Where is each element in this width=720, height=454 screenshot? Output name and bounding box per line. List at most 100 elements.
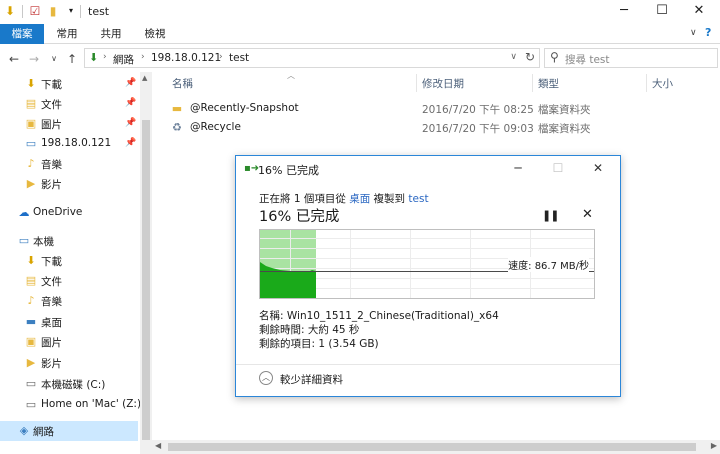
nav-item-documents[interactable]: ▤ 文件 📌 (0, 94, 138, 114)
nav-item-pc-desktop[interactable]: ▬ 桌面 (0, 312, 138, 332)
divider (80, 5, 81, 18)
content-horizontal-scrollbar[interactable]: ◀ ▶ (152, 440, 720, 454)
column-header-name[interactable]: 名稱 (172, 76, 193, 91)
nav-item-label: 圖片 (41, 337, 62, 349)
divider (22, 5, 23, 18)
address-dropdown-icon[interactable]: ∨ (510, 52, 517, 62)
nav-pane-scrollbar[interactable]: ▲ (140, 72, 152, 454)
scrollbar-thumb[interactable] (142, 120, 150, 440)
nav-item-network-drive[interactable]: ▭ Home on 'Mac' (Z:) (0, 395, 141, 415)
nav-item-label: 音樂 (41, 159, 62, 171)
pin-icon[interactable]: 📌 (125, 78, 136, 88)
nav-item-label: 本機 (33, 236, 54, 248)
nav-item-local-disk[interactable]: ▭ 本機磁碟 (C:) (0, 374, 138, 394)
scroll-right-icon[interactable]: ▶ (711, 441, 717, 450)
column-header-type[interactable]: 類型 (538, 76, 559, 91)
search-placeholder: 搜尋 test (565, 54, 610, 66)
tab-share[interactable]: 共用 (94, 24, 128, 44)
breadcrumb-separator-icon[interactable]: › (141, 52, 145, 62)
source-link[interactable]: 桌面 (349, 193, 370, 205)
ribbon-tabs: 檔案 常用 共用 檢視 ∨ ? (0, 24, 720, 44)
explorer-app-icon[interactable]: ⬇ (3, 4, 17, 18)
music-folder-icon: ♪ (27, 157, 35, 170)
nav-item-pc-documents[interactable]: ▤ 文件 (0, 271, 138, 291)
computer-icon: ▭ (18, 234, 30, 247)
pause-icon[interactable]: ❚❚ (542, 209, 559, 222)
pin-icon[interactable]: 📌 (125, 98, 136, 108)
refresh-icon[interactable]: ↻ (525, 50, 535, 64)
breadcrumb-network[interactable]: 網路 (113, 52, 134, 67)
close-icon[interactable]: ✕ (681, 0, 717, 24)
column-header-size[interactable]: 大小 (652, 76, 673, 91)
nav-item-videos[interactable]: ▶ 影片 (0, 174, 138, 194)
breadcrumb-current[interactable]: test (229, 52, 249, 64)
search-box[interactable]: ⚲ 搜尋 test (544, 48, 718, 68)
minimize-icon[interactable]: ─ (606, 0, 642, 24)
tab-file[interactable]: 檔案 (0, 24, 44, 44)
properties-icon[interactable]: ☑ (28, 4, 42, 18)
expand-ribbon-icon[interactable]: ∨ (690, 28, 697, 38)
nav-item-network[interactable]: ◈ 網路 (0, 421, 138, 441)
file-name-info: 名稱: Win10_1511_2_Chinese(Traditional)_x6… (259, 310, 499, 322)
nav-item-pictures[interactable]: ▣ 圖片 📌 (0, 114, 138, 134)
stop-icon[interactable]: ✕ (582, 207, 593, 222)
file-row[interactable]: ♻ @Recycle 2016/7/20 下午 09:03 檔案資料夾 (168, 119, 698, 137)
breadcrumb-host[interactable]: 198.18.0.121 (151, 52, 221, 64)
nav-item-host[interactable]: ▭ 198.18.0.121 📌 (0, 134, 138, 154)
navigation-pane: ⬇ 下載 📌 ▤ 文件 📌 ▣ 圖片 📌 ▭ 198.18.0.121 📌 ♪ … (0, 72, 152, 454)
close-icon[interactable]: ✕ (581, 158, 615, 178)
recycle-folder-icon: ♻ (172, 121, 182, 134)
scrollbar-thumb[interactable] (168, 443, 696, 451)
nav-item-pc-pictures[interactable]: ▣ 圖片 (0, 332, 138, 352)
nav-item-downloads[interactable]: ⬇ 下載 📌 (0, 74, 138, 94)
file-row[interactable]: ▬ @Recently-Snapshot 2016/7/20 下午 08:25 … (168, 100, 698, 118)
percent-complete: 16% 已完成 (259, 209, 340, 225)
column-header-date[interactable]: 修改日期 (422, 76, 464, 91)
documents-folder-icon: ▤ (25, 274, 37, 287)
scroll-up-icon[interactable]: ▲ (142, 74, 147, 82)
new-folder-icon[interactable]: ▮ (46, 4, 60, 18)
breadcrumb-separator-icon[interactable]: › (103, 52, 107, 62)
nav-item-onedrive[interactable]: ☁ OneDrive (0, 203, 138, 223)
scroll-left-icon[interactable]: ◀ (155, 441, 161, 450)
column-divider[interactable] (416, 74, 417, 92)
maximize-icon[interactable]: ☐ (644, 0, 680, 24)
column-divider[interactable] (646, 74, 647, 92)
quick-access-dropdown-icon[interactable]: ▾ (64, 4, 78, 18)
nav-item-label: 文件 (41, 276, 62, 288)
tab-home[interactable]: 常用 (50, 24, 84, 44)
network-location-icon: ⬇ (89, 51, 99, 64)
back-arrow-icon[interactable]: ← (6, 50, 22, 68)
nav-item-music[interactable]: ♪ 音樂 (0, 154, 138, 174)
network-computer-icon: ▭ (25, 137, 37, 150)
file-date: 2016/7/20 下午 09:03 (422, 123, 534, 135)
copy-progress-dialog: ▪➜ 16% 已完成 ─ ☐ ✕ 正在將 1 個項目從 桌面 複製到 test … (235, 155, 621, 397)
nav-item-label: 影片 (41, 179, 62, 191)
nav-item-this-pc[interactable]: ▭ 本機 (0, 231, 138, 251)
nav-item-pc-music[interactable]: ♪ 音樂 (0, 291, 138, 311)
address-bar[interactable]: ⬇ › 網路 › 198.18.0.121 › test ∨ ↻ (84, 48, 540, 68)
copy-icon: ▪➜ (244, 163, 260, 174)
nav-item-label: 下載 (41, 79, 62, 91)
chevron-up-icon[interactable]: ︿ (259, 371, 273, 385)
fewer-details-button[interactable]: 較少詳細資料 (280, 372, 343, 387)
window-title: test (88, 5, 110, 18)
breadcrumb-separator-icon[interactable]: › (219, 52, 223, 62)
column-divider[interactable] (532, 74, 533, 92)
nav-item-pc-videos[interactable]: ▶ 影片 (0, 353, 138, 373)
tab-view[interactable]: 檢視 (138, 24, 172, 44)
destination-link[interactable]: test (408, 193, 428, 205)
file-name: @Recently-Snapshot (190, 102, 299, 114)
minimize-icon[interactable]: ─ (501, 158, 535, 178)
pin-icon[interactable]: 📌 (125, 118, 136, 128)
recent-locations-icon[interactable]: ∨ (46, 50, 62, 68)
help-icon[interactable]: ? (705, 26, 711, 39)
nav-item-label: 影片 (41, 358, 62, 370)
up-arrow-icon[interactable]: ↑ (64, 50, 80, 68)
file-name: @Recycle (190, 121, 241, 133)
nav-item-pc-downloads[interactable]: ⬇ 下載 (0, 251, 138, 271)
pin-icon[interactable]: 📌 (125, 138, 136, 148)
speed-label: 速度: 86.7 MB/秒 (508, 257, 589, 272)
copy-description: 正在將 1 個項目從 桌面 複製到 test (259, 191, 429, 206)
forward-arrow-icon[interactable]: → (26, 50, 42, 68)
